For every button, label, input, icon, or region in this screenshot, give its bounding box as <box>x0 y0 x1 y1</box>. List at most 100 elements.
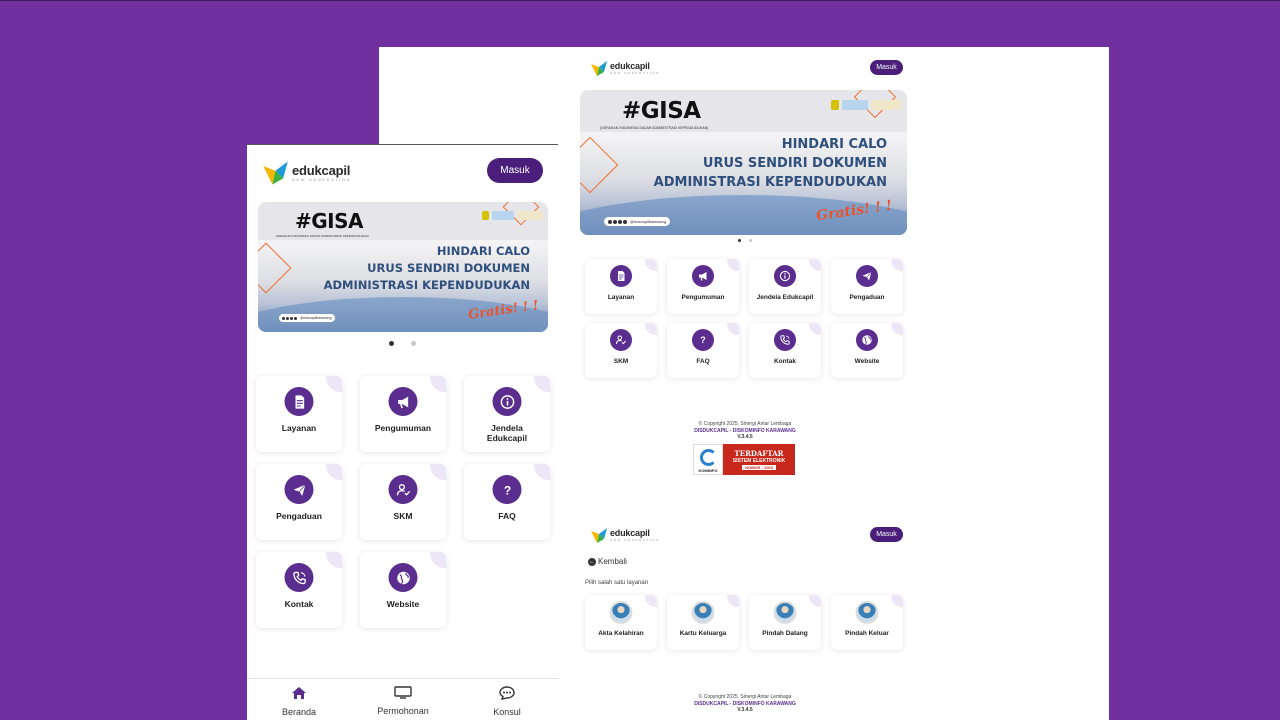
card-decor <box>891 323 903 335</box>
card-decor <box>809 323 821 335</box>
menu-card-layanan[interactable]: Layanan <box>585 259 657 314</box>
nav-beranda[interactable]: Beranda <box>247 679 351 720</box>
card-decor <box>429 464 446 481</box>
brand-logo[interactable]: edukcapil NEW GENERATION <box>261 160 351 186</box>
card-decor <box>727 595 739 607</box>
menu-card-pengumuman[interactable]: Pengumuman <box>360 376 446 452</box>
top-border <box>0 0 1280 1</box>
desktop-layanan: edukcapil NEW GENERATION Masuk ← Kembali… <box>580 517 910 720</box>
card-decor <box>533 376 550 393</box>
service-label: Kartu Keluarga <box>679 630 727 637</box>
question-icon: ? <box>692 329 714 351</box>
banner-line-1: HINDARI CALO <box>781 137 887 152</box>
globe-icon <box>388 563 418 592</box>
menu-label: FAQ <box>696 358 710 365</box>
menu-card-website[interactable]: Website <box>360 552 446 628</box>
nav-permohonan[interactable]: Permohonan <box>351 679 455 719</box>
menu-card-faq[interactable]: ? FAQ <box>667 323 739 378</box>
banner-line-2: URUS SENDIRI DOKUMEN <box>367 261 530 275</box>
menu-card-kontak[interactable]: Kontak <box>256 552 342 628</box>
card-decor <box>645 595 657 607</box>
question-icon: ? <box>492 475 522 504</box>
carousel-dot-active[interactable] <box>738 239 741 242</box>
menu-card-skm[interactable]: SKM <box>585 323 657 378</box>
menu-card-pengaduan[interactable]: Pengaduan <box>256 464 342 540</box>
kominfo-label: KOMINFO <box>698 468 718 473</box>
arrow-left-icon: ← <box>588 557 596 566</box>
service-illustration-icon <box>609 601 633 624</box>
login-button[interactable]: Masuk <box>870 527 903 542</box>
brand-name: edukcapil <box>610 528 650 538</box>
menu-card-kontak[interactable]: Kontak <box>749 323 821 378</box>
banner-decor-line <box>258 242 292 294</box>
menu-card-skm[interactable]: SKM <box>360 464 446 540</box>
carousel-dot[interactable] <box>749 239 752 242</box>
menu-label: Kontak <box>773 358 797 365</box>
desktop-footer: © Copyright 2025. Sinergi Antar Lembaga … <box>580 421 910 441</box>
banner-line-3: ADMINISTRASI KEPENDUDUKAN <box>653 175 887 190</box>
nav-konsul[interactable]: Konsul <box>455 679 558 720</box>
megaphone-icon <box>388 387 418 416</box>
menu-label: Pengaduan <box>276 511 322 521</box>
service-illustration-icon <box>691 601 715 624</box>
svg-text:?: ? <box>503 483 510 497</box>
card-decor <box>325 552 342 569</box>
user-check-icon <box>610 329 632 351</box>
brand-tagline: NEW GENERATION <box>292 176 351 182</box>
bottom-navigation: Beranda Permohonan Konsul <box>247 678 558 720</box>
banner-carousel[interactable]: #GISA (GERAKAN INDONESIA SADAR ADMINISTR… <box>580 90 907 235</box>
service-label: Pindah Datang <box>762 630 808 637</box>
menu-card-pengaduan[interactable]: Pengaduan <box>831 259 903 314</box>
service-label: Akta Kelahiran <box>598 630 644 637</box>
menu-card-faq[interactable]: ? FAQ <box>464 464 550 540</box>
pse-label: TERDAFTAR SISTEM ELEKTRONIK NOMOR : 1003 <box>723 444 795 475</box>
menu-label: Layanan <box>281 423 317 433</box>
pse-badge[interactable]: KOMINFO TERDAFTAR SISTEM ELEKTRONIK NOMO… <box>693 444 795 475</box>
banner-partner-logos <box>831 100 901 110</box>
carousel-dot[interactable] <box>411 341 416 346</box>
card-decor <box>727 323 739 335</box>
menu-card-pengumuman[interactable]: Pengumuman <box>667 259 739 314</box>
banner-hashtag: #GISA <box>622 98 701 124</box>
menu-card-layanan[interactable]: Layanan <box>256 376 342 452</box>
login-button[interactable]: Masuk <box>870 60 903 75</box>
service-card-akta-kelahiran[interactable]: Akta Kelahiran <box>585 595 657 650</box>
banner-subtitle: (GERAKAN INDONESIA SADAR ADMINISTRASI KE… <box>600 126 709 130</box>
card-decor <box>645 259 657 271</box>
nav-konsul-label: Konsul <box>493 707 521 717</box>
menu-label: Layanan <box>607 294 635 301</box>
document-icon <box>610 265 632 287</box>
back-label: Kembali <box>598 557 627 566</box>
brand-tagline: NEW GENERATION <box>610 71 660 75</box>
kominfo-icon <box>699 449 717 466</box>
service-card-pindah-datang[interactable]: Pindah Datang <box>749 595 821 650</box>
brand-logo[interactable]: edukcapil NEW GENERATION <box>590 527 660 544</box>
carousel-dot-active[interactable] <box>389 341 394 346</box>
service-illustration-icon <box>855 601 879 624</box>
login-button[interactable]: Masuk <box>487 158 543 183</box>
card-decor <box>809 595 821 607</box>
banner-carousel[interactable]: #GISA (GERAKAN INDONESIA SADAR ADMINISTR… <box>258 202 548 332</box>
card-decor <box>727 259 739 271</box>
service-card-kartu-keluarga[interactable]: Kartu Keluarga <box>667 595 739 650</box>
send-icon <box>284 475 314 504</box>
service-card-pindah-keluar[interactable]: Pindah Keluar <box>831 595 903 650</box>
carousel-dots <box>580 239 910 243</box>
back-button[interactable]: ← Kembali <box>588 557 627 566</box>
globe-icon <box>856 329 878 351</box>
menu-card-jendela-edukcapil[interactable]: Jendela Edukcapil <box>464 376 550 452</box>
megaphone-icon <box>692 265 714 287</box>
banner-social-handle: @dukcapilkarawang <box>604 217 671 226</box>
banner-social-handle: @dukcapilkarawang <box>279 314 335 322</box>
footer-version: V.3.4.5 <box>737 434 753 440</box>
user-check-icon <box>388 475 418 504</box>
brand-logo[interactable]: edukcapil NEW GENERATION <box>590 60 660 77</box>
edukcapil-logo-icon <box>591 61 607 76</box>
home-icon <box>292 687 306 699</box>
menu-card-website[interactable]: Website <box>831 323 903 378</box>
menu-card-jendela-edukcapil[interactable]: Jendela Edukcapil <box>749 259 821 314</box>
nav-permohonan-label: Permohonan <box>377 706 429 716</box>
menu-label: Pengumuman <box>681 294 725 301</box>
card-decor <box>429 552 446 569</box>
phone-icon <box>284 563 314 592</box>
